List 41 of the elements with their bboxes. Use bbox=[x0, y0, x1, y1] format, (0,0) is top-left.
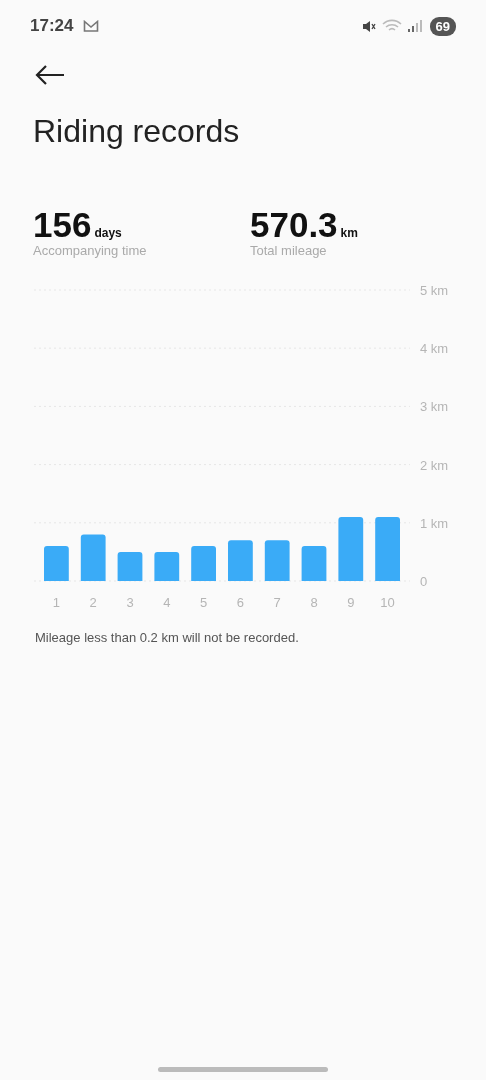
chart-bar bbox=[117, 551, 143, 581]
chart-bar bbox=[44, 546, 69, 581]
stat-label: Accompanying time bbox=[33, 243, 148, 258]
chart-bar bbox=[301, 546, 327, 581]
wifi-icon bbox=[381, 19, 402, 33]
stat-value: 156 bbox=[33, 207, 92, 243]
x-axis-label: 7 bbox=[273, 595, 281, 610]
mail-icon bbox=[83, 20, 100, 32]
x-axis-label: 6 bbox=[236, 595, 244, 610]
chart-bar bbox=[338, 517, 364, 581]
y-axis-label: 0 bbox=[420, 574, 428, 589]
battery-level: 69 bbox=[429, 16, 456, 36]
chart-bar bbox=[264, 540, 290, 581]
stat-label: Total mileage bbox=[250, 243, 328, 258]
chart-bar bbox=[191, 546, 216, 581]
y-axis-label: 5 km bbox=[420, 283, 449, 298]
note-text: Mileage less than 0.2 km will not be recorded. bbox=[35, 630, 300, 645]
x-axis-label: 4 bbox=[163, 595, 171, 610]
x-axis-label: 8 bbox=[310, 595, 318, 610]
status-time: 17:24 bbox=[30, 16, 74, 36]
y-axis-label: 3 km bbox=[420, 399, 449, 415]
x-axis-label: 5 bbox=[200, 595, 208, 610]
x-axis-label: 2 bbox=[89, 595, 97, 610]
stat-unit: km bbox=[340, 226, 358, 240]
y-axis-label: 2 km bbox=[420, 457, 449, 473]
y-axis-label: 1 km bbox=[420, 515, 449, 531]
x-axis-label: 10 bbox=[380, 595, 395, 610]
stat-unit: days bbox=[94, 226, 122, 240]
chart-bar bbox=[154, 551, 180, 581]
back-arrow-icon[interactable] bbox=[35, 65, 65, 85]
x-axis-label: 1 bbox=[52, 595, 60, 610]
chart-bar bbox=[228, 540, 253, 581]
x-axis-label: 9 bbox=[347, 595, 355, 610]
signal-icon bbox=[407, 20, 422, 32]
chart-bar bbox=[375, 517, 400, 581]
y-axis-label: 4 km bbox=[420, 341, 449, 357]
stat-value: 570.3 bbox=[250, 207, 338, 243]
page-title: Riding records bbox=[33, 112, 241, 151]
mute-icon bbox=[361, 19, 376, 33]
x-axis-label: 3 bbox=[126, 595, 134, 610]
chart-bar bbox=[80, 534, 106, 581]
